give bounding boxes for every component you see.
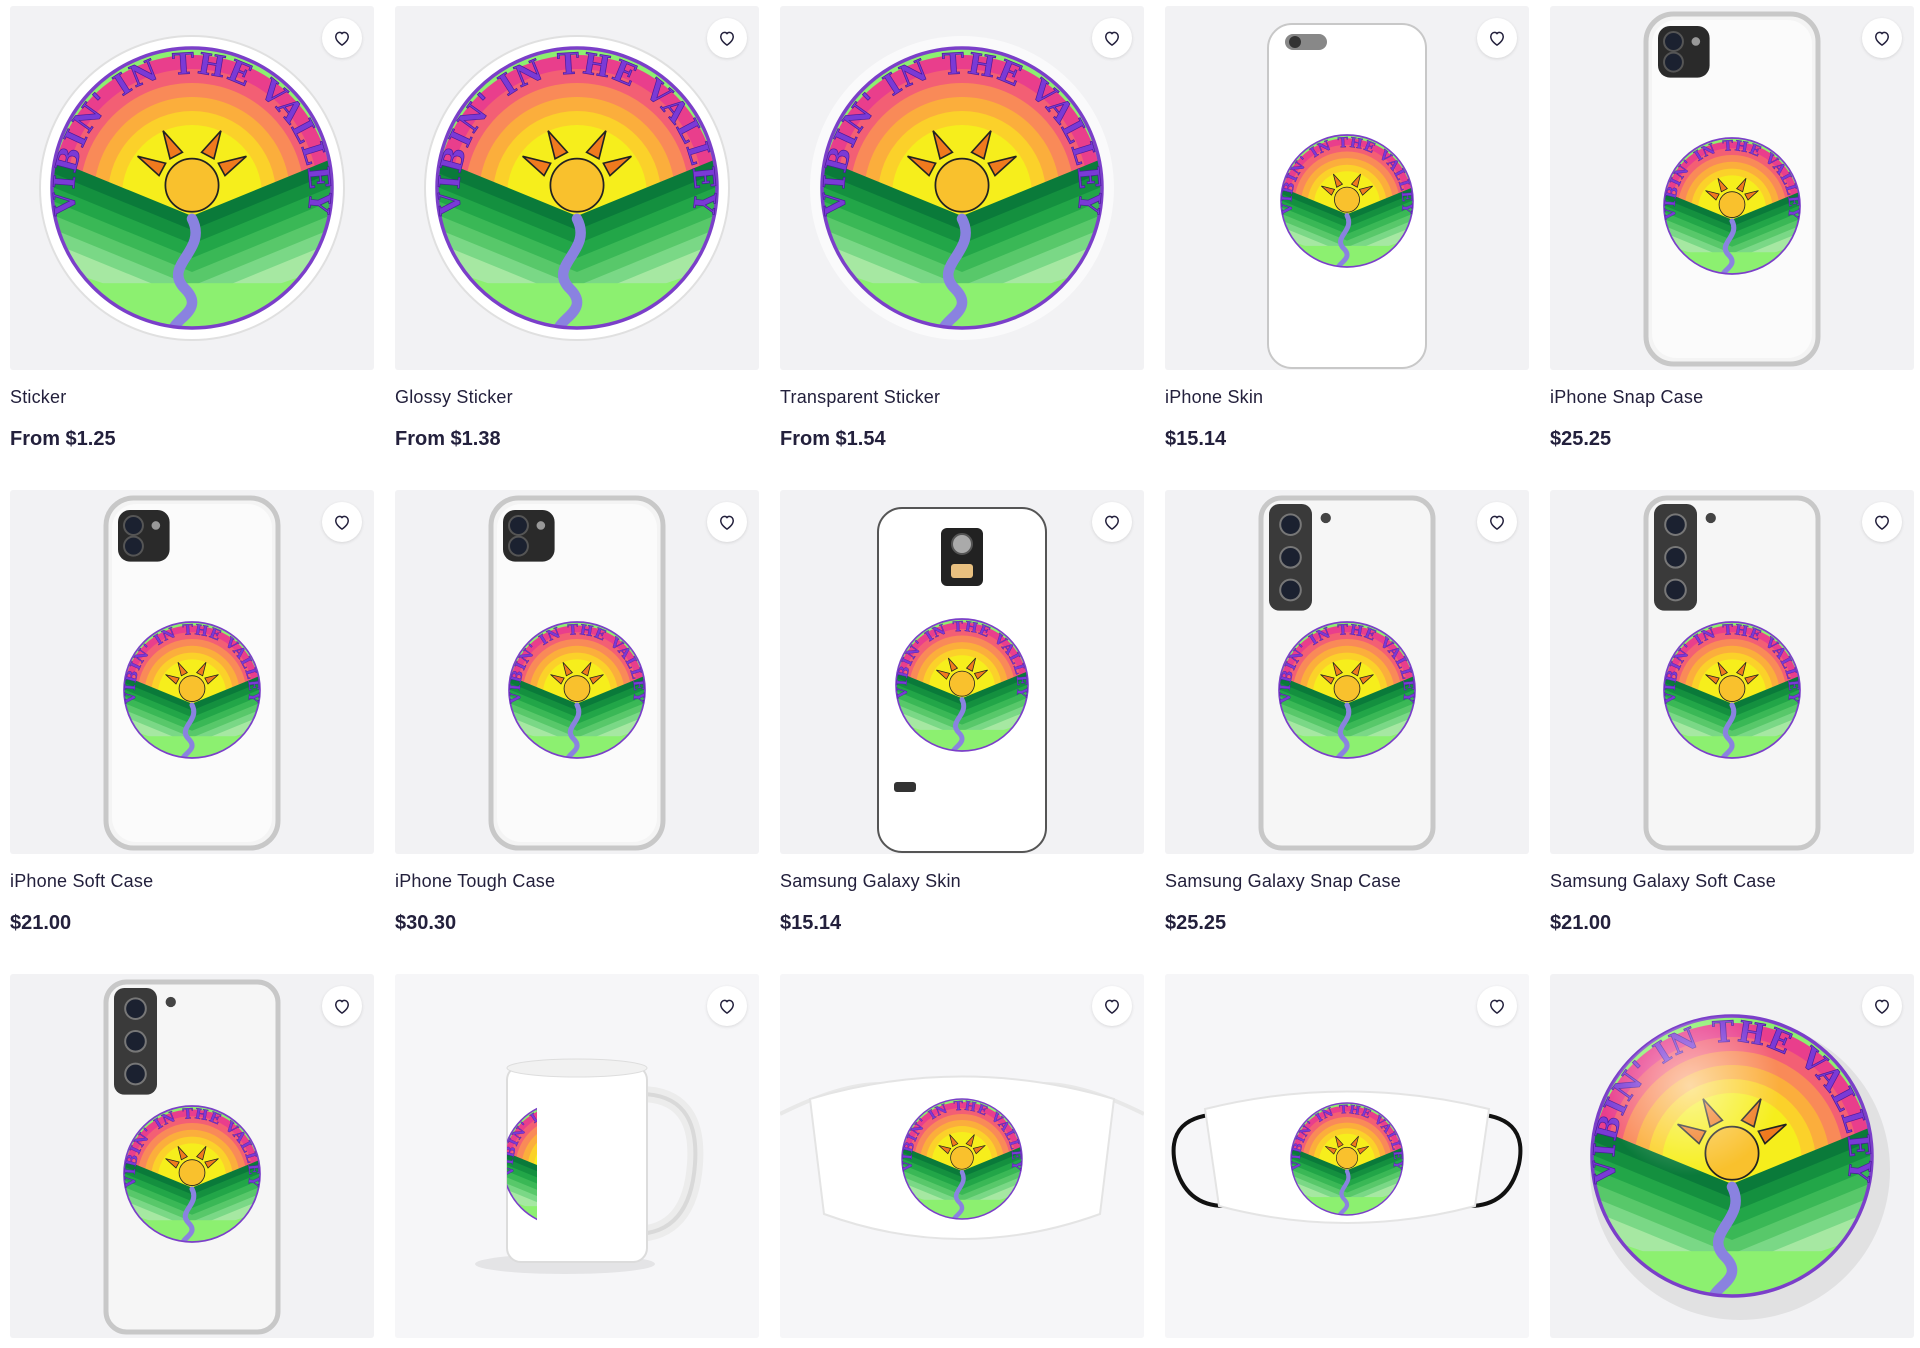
favorite-button[interactable] [1092, 502, 1132, 542]
favorite-button[interactable] [1862, 986, 1902, 1026]
heart-icon [335, 31, 349, 46]
product-image[interactable]: VIBIN' IN THE VALLEY [395, 490, 759, 854]
heart-icon [1105, 31, 1119, 46]
product-price: From $1.38 [395, 428, 501, 450]
favorite-button[interactable] [707, 986, 747, 1026]
favorite-button[interactable] [322, 18, 362, 58]
favorite-button[interactable] [707, 502, 747, 542]
product-image[interactable]: VIBIN' IN THE VALLEY [780, 974, 1144, 1338]
product-title[interactable]: Samsung Galaxy Snap Case [1165, 870, 1529, 892]
product-title[interactable]: Glossy Sticker [395, 386, 759, 408]
product-card[interactable]: VIBIN' IN THE VALLEY [395, 974, 759, 1338]
heart-icon [1490, 999, 1504, 1014]
favorite-button[interactable] [1862, 18, 1902, 58]
product-price: $21.00 [10, 912, 72, 934]
product-card[interactable]: VIBIN' IN THE VALLEY [1550, 974, 1914, 1338]
product-title[interactable]: iPhone Snap Case [1550, 386, 1914, 408]
favorite-button[interactable] [1477, 502, 1517, 542]
product-price: $21.00 [1550, 912, 1612, 934]
product-price: From $1.54 [780, 428, 886, 450]
product-image[interactable]: VIBIN' IN THE VALLEY [395, 6, 759, 370]
product-card[interactable]: VIBIN' IN THE VALLEY Samsung Galaxy Soft… [1550, 490, 1914, 974]
product-card[interactable]: VIBIN' IN THE VALLEY [780, 974, 1144, 1338]
product-image[interactable]: VIBIN' IN THE VALLEY [1165, 6, 1529, 370]
product-image[interactable]: VIBIN' IN THE VALLEY [780, 6, 1144, 370]
product-card[interactable]: VIBIN' IN THE VALLEY iPhone Skin $15.14 [1165, 6, 1529, 490]
product-price: From $1.25 [10, 428, 116, 450]
heart-icon [335, 999, 349, 1014]
favorite-button[interactable] [1862, 502, 1902, 542]
product-card[interactable]: VIBIN' IN THE VALLEY Glossy Sticker From… [395, 6, 759, 490]
product-price: $30.30 [395, 912, 457, 934]
product-card[interactable]: VIBIN' IN THE VALLEY Samsung Galaxy Snap… [1165, 490, 1529, 974]
favorite-button[interactable] [1477, 986, 1517, 1026]
heart-icon [1875, 31, 1889, 46]
heart-icon [1490, 31, 1504, 46]
heart-icon [1875, 515, 1889, 530]
product-image[interactable]: VIBIN' IN THE VALLEY [1165, 490, 1529, 854]
heart-icon [335, 515, 349, 530]
product-title[interactable]: Transparent Sticker [780, 386, 1144, 408]
product-card[interactable]: VIBIN' IN THE VALLEY Samsung Galaxy Skin… [780, 490, 1144, 974]
product-image[interactable]: VIBIN' IN THE VALLEY [10, 974, 374, 1338]
favorite-button[interactable] [322, 502, 362, 542]
product-title[interactable]: Sticker [10, 386, 374, 408]
favorite-button[interactable] [707, 18, 747, 58]
product-price: $25.25 [1550, 428, 1612, 450]
product-price: $25.25 [1165, 912, 1227, 934]
heart-icon [1105, 515, 1119, 530]
product-title[interactable]: iPhone Skin [1165, 386, 1529, 408]
product-title[interactable]: Samsung Galaxy Skin [780, 870, 1144, 892]
favorite-button[interactable] [1477, 18, 1517, 58]
product-image[interactable]: VIBIN' IN THE VALLEY [1550, 6, 1914, 370]
favorite-button[interactable] [1092, 986, 1132, 1026]
product-price: $15.14 [780, 912, 842, 934]
product-image[interactable]: VIBIN' IN THE VALLEY [1550, 974, 1914, 1338]
product-card[interactable]: VIBIN' IN THE VALLEY [10, 974, 374, 1338]
product-grid: VIBIN' IN THE VALLEY Sticker From $1.25 … [10, 6, 1914, 1338]
product-image[interactable]: VIBIN' IN THE VALLEY [10, 490, 374, 854]
favorite-button[interactable] [1092, 18, 1132, 58]
product-image[interactable]: VIBIN' IN THE VALLEY [10, 6, 374, 370]
heart-icon [1490, 515, 1504, 530]
product-card[interactable]: VIBIN' IN THE VALLEY Transparent Sticker… [780, 6, 1144, 490]
product-image[interactable]: VIBIN' IN THE VALLEY [1550, 490, 1914, 854]
product-title[interactable]: iPhone Soft Case [10, 870, 374, 892]
heart-icon [1105, 999, 1119, 1014]
heart-icon [720, 31, 734, 46]
favorite-button[interactable] [322, 986, 362, 1026]
heart-icon [720, 999, 734, 1014]
heart-icon [1875, 999, 1889, 1014]
product-card[interactable]: VIBIN' IN THE VALLEY iPhone Soft Case $2… [10, 490, 374, 974]
product-title[interactable]: Samsung Galaxy Soft Case [1550, 870, 1914, 892]
product-image[interactable]: VIBIN' IN THE VALLEY [395, 974, 759, 1338]
product-image[interactable]: VIBIN' IN THE VALLEY [780, 490, 1144, 854]
product-image[interactable]: VIBIN' IN THE VALLEY [1165, 974, 1529, 1338]
product-title[interactable]: iPhone Tough Case [395, 870, 759, 892]
product-card[interactable]: VIBIN' IN THE VALLEY Sticker From $1.25 [10, 6, 374, 490]
product-card[interactable]: VIBIN' IN THE VALLEY [1165, 974, 1529, 1338]
product-card[interactable]: VIBIN' IN THE VALLEY iPhone Snap Case $2… [1550, 6, 1914, 490]
heart-icon [720, 515, 734, 530]
product-card[interactable]: VIBIN' IN THE VALLEY iPhone Tough Case $… [395, 490, 759, 974]
product-price: $15.14 [1165, 428, 1227, 450]
